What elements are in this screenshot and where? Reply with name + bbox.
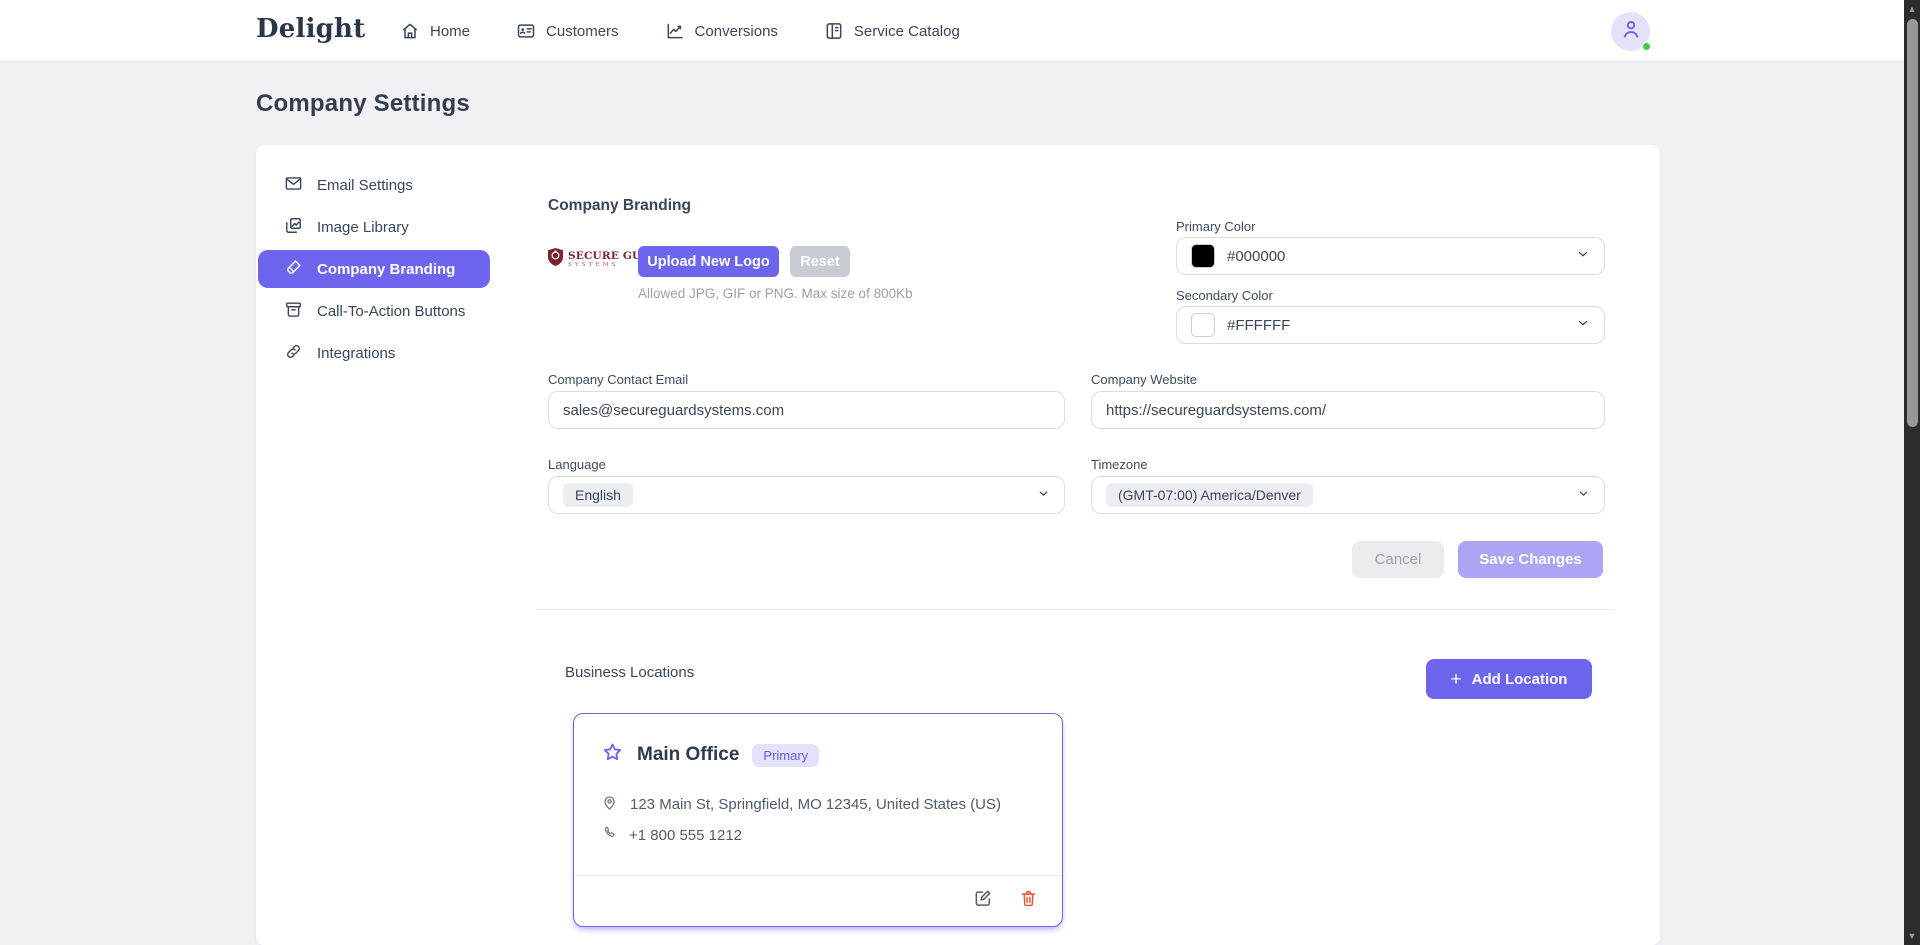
trash-icon <box>1019 888 1038 912</box>
secondary-color-value: #FFFFFF <box>1227 317 1290 334</box>
card-divider <box>575 875 1061 876</box>
shield-icon <box>548 248 563 271</box>
location-address-row: 123 Main St, Springfield, MO 12345, Unit… <box>601 794 1001 815</box>
edit-location-button[interactable] <box>973 888 993 912</box>
timezone-select[interactable]: (GMT-07:00) America/Denver <box>1091 476 1605 514</box>
sidebar-item-label: Company Branding <box>317 261 455 278</box>
sidebar-item-label: Email Settings <box>317 177 413 194</box>
primary-color-select[interactable]: #000000 <box>1176 237 1605 275</box>
paint-brush-icon <box>284 258 303 281</box>
location-name: Main Office <box>637 744 739 766</box>
scrollbar-thumb[interactable] <box>1907 19 1918 427</box>
sidebar-item-company-branding[interactable]: Company Branding <box>258 250 490 288</box>
edit-icon <box>973 888 993 912</box>
secondary-color-label: Secondary Color <box>1176 288 1273 303</box>
settings-panel: Email Settings Image Library Company Bra… <box>256 145 1660 945</box>
nav-item-label: Home <box>430 23 470 40</box>
user-avatar[interactable] <box>1611 12 1650 51</box>
chevron-down-icon <box>1037 487 1050 504</box>
website-label: Company Website <box>1091 372 1197 387</box>
section-title-company-branding: Company Branding <box>548 197 691 215</box>
language-label: Language <box>548 457 606 472</box>
link-icon <box>284 342 303 365</box>
secondary-color-swatch <box>1191 313 1215 337</box>
page-scrollbar[interactable]: ▲ ▼ <box>1904 0 1920 945</box>
business-locations-title: Business Locations <box>565 664 694 681</box>
nav-item-label: Service Catalog <box>854 23 960 40</box>
brand-logo[interactable]: Delight <box>256 14 365 44</box>
upload-hint: Allowed JPG, GIF or PNG. Max size of 800… <box>638 286 913 301</box>
nav-item-label: Conversions <box>695 23 778 40</box>
sidebar-item-call-to-action[interactable]: Call-To-Action Buttons <box>258 292 490 330</box>
home-icon <box>400 21 420 41</box>
sidebar-item-label: Image Library <box>317 219 409 236</box>
scroll-up-arrow[interactable]: ▲ <box>1904 2 1920 16</box>
delete-location-button[interactable] <box>1019 888 1038 912</box>
chevron-down-icon <box>1576 316 1590 334</box>
top-nav: Delight Home <box>0 0 1904 62</box>
contact-email-label: Company Contact Email <box>548 372 688 387</box>
timezone-chip: (GMT-07:00) America/Denver <box>1106 483 1313 507</box>
add-location-label: Add Location <box>1472 671 1568 688</box>
phone-icon <box>601 825 617 845</box>
secondary-color-select[interactable]: #FFFFFF <box>1176 306 1605 344</box>
primary-badge: Primary <box>752 744 819 767</box>
nav-item-conversions[interactable]: Conversions <box>665 21 778 41</box>
sidebar-item-integrations[interactable]: Integrations <box>258 334 490 372</box>
chevron-down-icon <box>1576 247 1590 265</box>
page-title: Company Settings <box>256 90 470 118</box>
id-card-icon <box>516 21 536 41</box>
primary-color-value: #000000 <box>1227 248 1285 265</box>
location-phone: +1 800 555 1212 <box>629 827 742 844</box>
timezone-label: Timezone <box>1091 457 1148 472</box>
archive-icon <box>284 300 303 323</box>
star-icon[interactable] <box>601 741 624 769</box>
add-location-button[interactable]: + Add Location <box>1426 659 1592 699</box>
language-select[interactable]: English <box>548 476 1065 514</box>
nav-item-home[interactable]: Home <box>400 21 470 41</box>
nav-item-label: Customers <box>546 23 619 40</box>
save-changes-button[interactable]: Save Changes <box>1458 541 1603 578</box>
scroll-down-arrow[interactable]: ▼ <box>1904 929 1920 943</box>
envelope-icon <box>284 174 303 197</box>
location-header: Main Office Primary <box>601 741 819 769</box>
cancel-button[interactable]: Cancel <box>1352 541 1444 578</box>
primary-color-label: Primary Color <box>1176 219 1255 234</box>
language-chip: English <box>563 483 633 507</box>
main-menu: Home Customers <box>400 0 960 62</box>
nav-item-service-catalog[interactable]: Service Catalog <box>824 21 960 41</box>
sidebar-item-label: Call-To-Action Buttons <box>317 303 465 320</box>
map-pin-icon <box>601 794 618 815</box>
screen: Delight Home <box>0 0 1920 945</box>
plus-icon: + <box>1451 670 1462 689</box>
location-address: 123 Main St, Springfield, MO 12345, Unit… <box>630 796 1001 813</box>
contact-email-input[interactable] <box>548 391 1065 429</box>
sidebar-item-label: Integrations <box>317 345 395 362</box>
online-status-dot <box>1642 42 1651 51</box>
trend-chart-icon <box>665 21 685 41</box>
reset-logo-button[interactable]: Reset <box>790 246 850 277</box>
section-divider <box>536 609 1614 610</box>
sidebar-item-email-settings[interactable]: Email Settings <box>258 166 490 204</box>
person-icon <box>1619 17 1643 46</box>
chevron-down-icon <box>1577 487 1590 504</box>
primary-color-swatch <box>1191 244 1215 268</box>
location-phone-row: +1 800 555 1212 <box>601 825 742 845</box>
upload-new-logo-button[interactable]: Upload New Logo <box>638 246 779 277</box>
location-actions <box>973 888 1038 912</box>
location-card: Main Office Primary 123 Main St, Springf… <box>573 713 1063 927</box>
images-icon <box>284 216 303 239</box>
nav-item-customers[interactable]: Customers <box>516 21 619 41</box>
sidebar-item-image-library[interactable]: Image Library <box>258 208 490 246</box>
catalog-icon <box>824 21 844 41</box>
website-input[interactable] <box>1091 391 1605 429</box>
